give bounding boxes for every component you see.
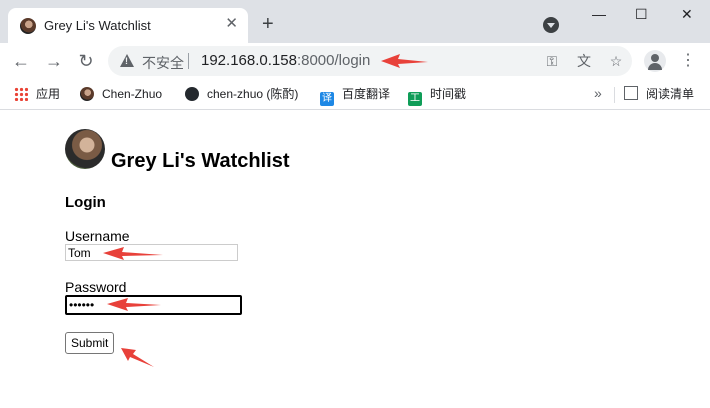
bookmark-github[interactable]: chen-zhuo (陈酌) — [185, 85, 298, 103]
bookmark-apps[interactable]: 应用 — [14, 85, 60, 103]
reading-list-icon — [624, 86, 638, 100]
forward-icon[interactable]: → — [45, 52, 63, 70]
browser-toolbar: ← → ↻ 不安全 192.168.0.158:8000/login ⚿ 文 ☆… — [0, 43, 710, 79]
separator — [614, 87, 615, 103]
annotation-arrow-icon — [103, 247, 163, 260]
new-tab-button[interactable]: + — [262, 14, 274, 34]
warning-icon[interactable] — [120, 54, 134, 67]
avatar-icon — [80, 87, 94, 101]
bookmark-timestamp[interactable]: 工时间戳 — [408, 85, 467, 106]
tab-close-icon[interactable]: ✕ — [225, 16, 238, 32]
tab-strip: Grey Li's Watchlist ✕ + — ☐ ✕ — [0, 0, 710, 43]
more-bookmarks-icon[interactable]: » — [594, 85, 602, 101]
username-label: Username — [65, 228, 130, 244]
github-icon — [185, 87, 199, 101]
reading-list-label: 阅读清单 — [646, 87, 695, 101]
browser-tab[interactable]: Grey Li's Watchlist ✕ — [8, 8, 248, 43]
apps-icon — [14, 87, 28, 101]
reading-list-button[interactable]: 阅读清单 — [624, 85, 694, 103]
separator — [188, 53, 189, 69]
favicon-icon — [20, 18, 36, 34]
close-window-button[interactable]: ✕ — [681, 6, 693, 22]
clock-icon: 工 — [408, 92, 422, 106]
minimize-button[interactable]: — — [592, 6, 606, 22]
url-port: :8000 — [296, 52, 335, 69]
menu-icon[interactable]: ⋮ — [680, 52, 696, 70]
translate-icon[interactable]: 文 — [576, 53, 592, 69]
annotation-arrow-icon — [381, 54, 428, 68]
login-heading: Login — [65, 194, 106, 211]
security-label[interactable]: 不安全 — [142, 53, 184, 73]
bookmark-label: 时间戳 — [430, 87, 467, 101]
back-icon[interactable]: ← — [12, 52, 30, 70]
bookmark-chen-zhuo[interactable]: Chen-Zhuo — [80, 85, 162, 103]
profile-icon[interactable] — [644, 50, 666, 72]
page-title: Grey Li's Watchlist — [111, 150, 290, 172]
star-icon[interactable]: ☆ — [608, 53, 624, 69]
annotation-arrow-icon — [107, 298, 161, 311]
bookmark-baidu-translate[interactable]: 译百度翻译 — [320, 85, 391, 106]
url-host: 192.168.0.158 — [201, 52, 297, 69]
bookmark-label: chen-zhuo (陈酌) — [207, 87, 299, 101]
maximize-button[interactable]: ☐ — [635, 6, 648, 22]
translate-icon: 译 — [320, 92, 334, 106]
bookmark-label: 应用 — [36, 87, 61, 101]
tab-title: Grey Li's Watchlist — [44, 18, 151, 33]
avatar — [65, 129, 105, 169]
submit-button[interactable]: Submit — [65, 332, 115, 354]
reload-icon[interactable]: ↻ — [77, 52, 95, 70]
bookmarks-bar: 应用 Chen-Zhuo chen-zhuo (陈酌) 译百度翻译 工时间戳 — [0, 79, 710, 110]
password-label: Password — [65, 279, 127, 295]
bookmark-label: Chen-Zhuo — [102, 87, 163, 101]
annotation-arrow-icon — [121, 348, 154, 367]
tab-search-icon[interactable] — [543, 17, 559, 33]
url-path: /login — [334, 52, 371, 69]
address-bar[interactable]: 不安全 192.168.0.158:8000/login ⚿ 文 ☆ — [108, 46, 632, 76]
bookmark-label: 百度翻译 — [342, 87, 391, 101]
url-text[interactable]: 192.168.0.158:8000/login — [201, 52, 370, 69]
key-icon[interactable]: ⚿ — [544, 53, 560, 69]
